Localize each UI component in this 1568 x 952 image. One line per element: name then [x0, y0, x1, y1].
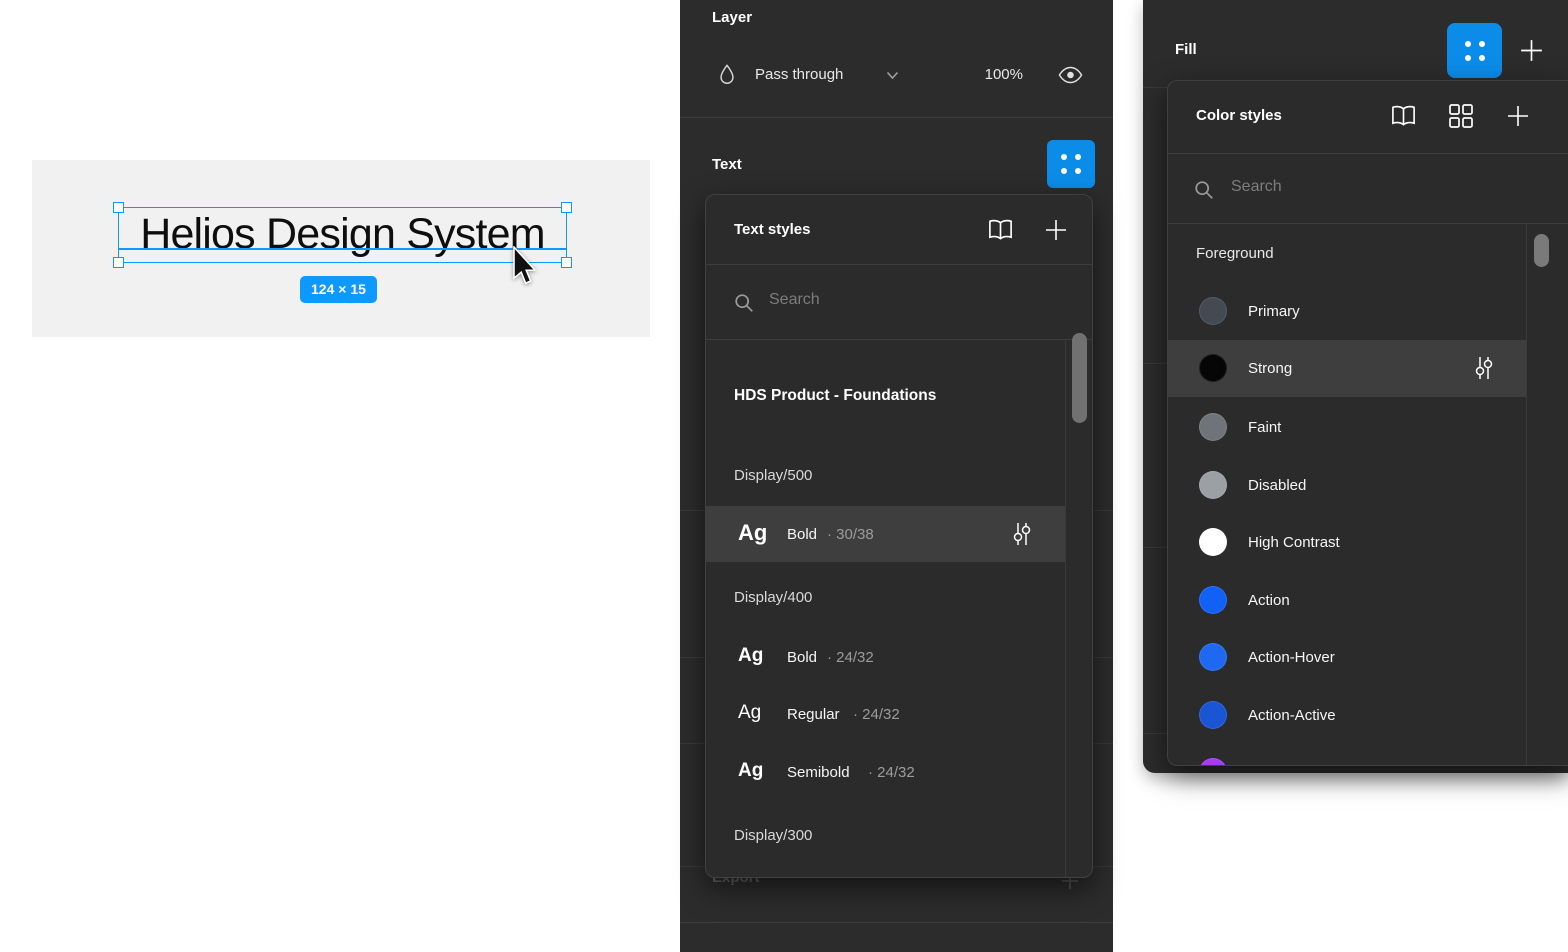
style-dots-icon — [1465, 41, 1485, 61]
selection-handle-bottom-left[interactable] — [113, 257, 124, 268]
layer-section-title: Layer — [712, 9, 752, 26]
color-style-row[interactable]: Highlight — [1168, 743, 1526, 766]
popover-divider — [1168, 153, 1568, 154]
color-swatch — [1199, 354, 1227, 382]
style-name: Bold — [787, 649, 817, 666]
color-name: Primary — [1248, 303, 1300, 320]
color-swatch — [1199, 297, 1227, 325]
color-styles-search-input[interactable] — [1231, 178, 1471, 196]
scrollbar-thumb[interactable] — [1534, 234, 1549, 267]
library-header: HDS Product - Foundations — [734, 387, 936, 405]
blend-mode-select[interactable]: Pass through — [755, 66, 843, 83]
color-name: Disabled — [1248, 477, 1306, 494]
popover-divider — [706, 339, 1093, 340]
popover-divider — [1168, 223, 1568, 224]
style-preview: Ag — [738, 645, 763, 667]
color-name: High Contrast — [1248, 534, 1340, 551]
chevron-down-icon[interactable] — [886, 71, 899, 80]
color-styles-button[interactable] — [1447, 23, 1502, 78]
style-name: Regular — [787, 706, 840, 723]
style-preview: Ag — [738, 760, 763, 782]
color-swatch — [1199, 413, 1227, 441]
color-swatch — [1199, 643, 1227, 671]
color-style-row[interactable]: Action-Active — [1168, 686, 1526, 744]
color-style-row-selected[interactable]: Strong — [1168, 340, 1526, 397]
add-style-icon[interactable] — [1505, 103, 1531, 129]
style-group-label: Display/300 — [734, 827, 812, 844]
color-style-row[interactable]: Faint — [1168, 398, 1526, 456]
style-meta: · 24/32 — [868, 764, 915, 781]
color-style-row[interactable]: Primary — [1168, 282, 1526, 340]
color-styles-popover: Color styles Foreground Primary Strong F… — [1167, 80, 1568, 766]
color-style-row[interactable]: Action — [1168, 571, 1526, 629]
text-styles-search-input[interactable] — [769, 291, 1009, 309]
layer-opacity-value[interactable]: 100% — [968, 66, 1023, 83]
text-styles-button[interactable] — [1047, 140, 1095, 188]
scrollbar-thumb[interactable] — [1072, 333, 1087, 423]
style-group-label: Display/500 — [734, 467, 812, 484]
color-swatch — [1199, 701, 1227, 729]
style-meta: · 30/38 — [827, 526, 874, 543]
style-preview: Ag — [738, 702, 761, 724]
text-style-row[interactable]: Ag Bold · 24/32 — [706, 628, 1065, 685]
selection-text-baseline — [119, 248, 566, 250]
style-name: Semibold — [787, 764, 850, 781]
add-fill-icon[interactable] — [1518, 37, 1545, 64]
style-name: Bold — [787, 526, 817, 543]
text-style-row[interactable]: Ag Regular · 24/32 — [706, 685, 1065, 742]
section-divider — [680, 922, 1113, 923]
color-swatch — [1199, 758, 1227, 766]
color-name: Highlight — [1248, 764, 1306, 766]
text-styles-popover: Text styles HDS Product - Foundations Di… — [705, 194, 1093, 878]
selection-handle-bottom-right[interactable] — [561, 257, 572, 268]
style-preview: Ag — [738, 520, 767, 546]
color-name: Action — [1248, 592, 1290, 609]
color-name: Action-Active — [1248, 707, 1336, 724]
selection-handle-top-right[interactable] — [561, 202, 572, 213]
style-group-label: Display/400 — [734, 589, 812, 606]
color-group-header: Foreground — [1196, 245, 1274, 262]
scrollbar-track — [1065, 339, 1066, 878]
style-meta: · 24/32 — [853, 706, 900, 723]
library-book-icon[interactable] — [987, 218, 1014, 242]
fill-section-title: Fill — [1175, 41, 1197, 58]
selection-box — [118, 207, 567, 263]
color-style-row[interactable]: Disabled — [1168, 456, 1526, 514]
text-style-row[interactable]: Ag Semibold · 24/32 — [706, 743, 1065, 800]
color-styles-popover-title: Color styles — [1196, 107, 1282, 124]
visibility-eye-icon[interactable] — [1058, 66, 1083, 84]
edit-style-sliders-icon[interactable] — [1011, 521, 1033, 547]
section-divider — [680, 117, 1113, 118]
text-styles-popover-title: Text styles — [734, 221, 810, 238]
add-style-icon[interactable] — [1043, 217, 1069, 243]
scrollbar-track — [1526, 223, 1527, 766]
blend-mode-droplet-icon — [716, 63, 738, 87]
text-section-title: Text — [712, 156, 742, 173]
selection-handle-top-left[interactable] — [113, 202, 124, 213]
color-name: Action-Hover — [1248, 649, 1335, 666]
color-swatch — [1199, 586, 1227, 614]
edit-style-sliders-icon[interactable] — [1473, 355, 1495, 381]
search-icon — [1194, 180, 1214, 200]
style-dots-icon — [1061, 154, 1081, 174]
text-style-row-selected[interactable]: Ag Bold · 30/38 — [706, 506, 1065, 562]
dimension-badge: 124 × 15 — [300, 276, 377, 303]
color-swatch — [1199, 471, 1227, 499]
color-name: Faint — [1248, 419, 1281, 436]
color-style-row[interactable]: High Contrast — [1168, 513, 1526, 571]
style-meta: · 24/32 — [827, 649, 874, 666]
color-name: Strong — [1248, 360, 1292, 377]
popover-divider — [706, 264, 1093, 265]
color-swatch — [1199, 528, 1227, 556]
grid-view-icon[interactable] — [1448, 103, 1474, 129]
library-book-icon[interactable] — [1390, 104, 1417, 128]
color-style-row[interactable]: Action-Hover — [1168, 628, 1526, 686]
search-icon — [734, 293, 754, 313]
mouse-cursor-icon — [510, 246, 538, 286]
